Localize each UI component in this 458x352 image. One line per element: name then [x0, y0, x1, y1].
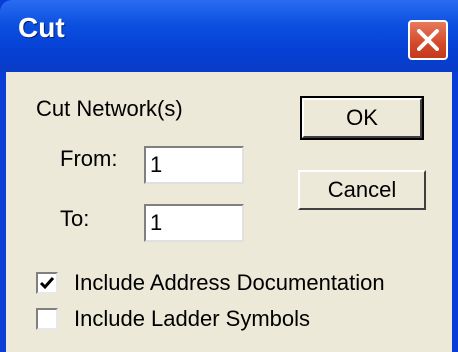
cut-networks-label: Cut Network(s) [36, 96, 183, 121]
cancel-button[interactable]: Cancel [298, 170, 426, 210]
cut-dialog: Cut Cut Network(s) From: 1 To: 1 OK Canc… [0, 0, 458, 352]
address-doc-checkbox[interactable] [36, 272, 58, 294]
to-label: To: [60, 206, 90, 231]
close-button[interactable] [408, 20, 448, 60]
from-label: From: [60, 146, 118, 171]
ladder-symbols-label: Include Ladder Symbols [74, 306, 311, 331]
from-input[interactable]: 1 [144, 146, 244, 184]
check-icon [39, 277, 55, 290]
ladder-symbols-checkbox[interactable] [36, 308, 58, 330]
address-doc-label: Include Address Documentation [74, 270, 385, 295]
dialog-body: Cut Network(s) From: 1 To: 1 OK Cancel I… [6, 72, 452, 352]
ok-button[interactable]: OK [300, 96, 424, 140]
title-bar[interactable]: Cut [0, 0, 458, 72]
window-title: Cut [18, 12, 65, 43]
to-input[interactable]: 1 [144, 204, 244, 242]
close-icon [417, 29, 439, 51]
